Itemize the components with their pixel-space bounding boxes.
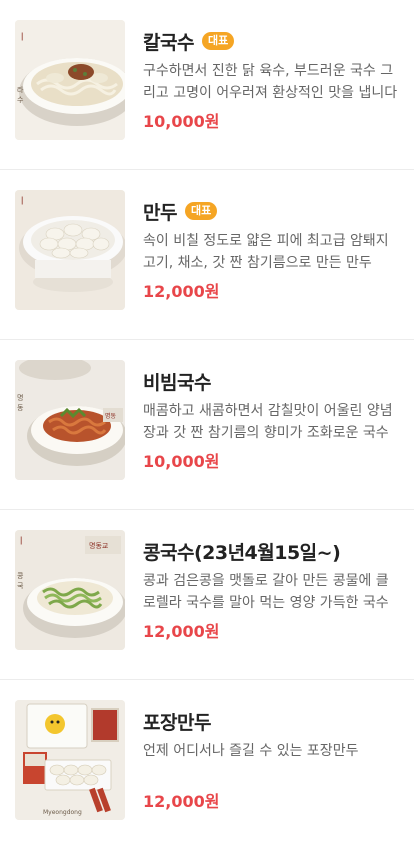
svg-text:콩: 콩 [17,572,24,580]
menu-price: 10,000원 [143,452,220,471]
mandu-image: ㅣ [15,190,125,310]
mandu-photo: ㅣ [15,190,125,310]
menu-description: 속이 비칠 정도로 얇은 피에 최고급 암퇘지 고기, 채소, 갓 짠 참기름으… [143,233,389,271]
takeout-mandu-image: Myeongdong [15,700,125,820]
menu-price: 12,000원 [143,622,220,641]
menu-item-info: 만두 대표 속이 비칠 정도로 얇은 피에 최고급 암퇘지 고기, 채소, 갓 … [143,190,398,302]
menu-name-row: 만두 대표 [143,198,398,224]
menu-item-info: 포장만두 언제 어디서나 즐길 수 있는 포장만두 12,000원 [143,700,398,812]
menu-item-info: 콩국수(23년4월15일~) 콩과 검은콩을 맷돌로 갈아 만든 콩물에 클로렐… [143,530,398,642]
menu-name-row: 포장만두 [143,708,398,734]
menu-item-info: 칼국수 대표 구수하면서 진한 닭 육수, 부드러운 국수 그리고 고명이 어우… [143,20,398,132]
takeout-mandu-photo: Myeongdong [15,700,125,820]
menu-description: 언제 어디서나 즐길 수 있는 포장만두 [143,743,359,759]
menu-price: 12,000원 [143,792,220,811]
menu-item-mandu[interactable]: ㅣ 만두 대표 속이 비칠 정도로 얇은 피에 최고급 암퇘지 고기, 채소, … [0,170,414,340]
menu-item-info: 비빔국수 매콤하고 새콤하면서 감칠맛이 어울린 양념장과 갓 짠 참기름의 향… [143,360,398,472]
menu-name: 콩국수(23년4월15일~) [143,541,341,564]
svg-text:ㅣ: ㅣ [18,197,26,207]
kongguksu-photo: 명동교 ㅣ 콩 국 [15,530,125,650]
svg-text:명: 명 [17,393,23,402]
menu-name-row: 칼국수 대표 [143,28,398,54]
svg-text:라: 라 [17,85,24,94]
kalguksu-image: ㅣ 라 수 [15,20,125,140]
svg-text:명동: 명동 [105,412,117,420]
menu-name: 비빔국수 [143,371,211,394]
bibim-guksu-image: 명동 명 동 [15,360,125,480]
svg-text:국: 국 [17,582,24,590]
menu-list: ㅣ 라 수 칼국수 대표 구수하면서 진한 닭 육수, 부드러운 국수 그리고 … [0,0,414,850]
menu-description: 매콤하고 새콤하면서 감칠맛이 어울린 양념장과 갓 짠 참기름의 향미가 조화… [143,403,393,441]
menu-name: 만두 [143,201,177,224]
signature-badge: 대표 [201,32,235,50]
menu-name: 포장만두 [143,711,211,734]
menu-price: 12,000원 [143,282,220,301]
menu-name: 칼국수 [143,31,194,54]
svg-text:명동교: 명동교 [89,541,109,550]
menu-description: 구수하면서 진한 닭 육수, 부드러운 국수 그리고 고명이 어우러져 환상적인… [143,63,398,101]
bibim-guksu-photo: 명동 명 동 [15,360,125,480]
menu-item-kongguksu[interactable]: 명동교 ㅣ 콩 국 콩국수(23년4월15일~) 콩과 검은콩을 맷돌로 갈아 … [0,510,414,680]
menu-name-row: 콩국수(23년4월15일~) [143,538,398,564]
menu-item-takeout-mandu[interactable]: Myeongdong 포장만두 언제 어디서나 즐길 수 있는 포장만두 12,… [0,680,414,850]
menu-item-bibim-guksu[interactable]: 명동 명 동 비빔국수 매콤하고 새콤하면서 감칠맛이 어울린 양념장과 갓 짠… [0,340,414,510]
svg-text:ㅣ: ㅣ [17,537,25,547]
svg-text:동: 동 [17,404,24,412]
menu-description: 콩과 검은콩을 맷돌로 갈아 만든 콩물에 클로렐라 국수를 말아 먹는 영양 … [143,573,389,611]
signature-badge: 대표 [184,202,218,220]
svg-text:Myeongdong: Myeongdong [43,809,82,816]
kongguksu-image: 명동교 ㅣ 콩 국 [15,530,125,650]
svg-text:ㅣ: ㅣ [18,33,26,43]
menu-item-kalguksu[interactable]: ㅣ 라 수 칼국수 대표 구수하면서 진한 닭 육수, 부드러운 국수 그리고 … [0,0,414,170]
menu-price: 10,000원 [143,112,220,131]
menu-name-row: 비빔국수 [143,368,398,394]
svg-text:수: 수 [17,96,24,104]
kalguksu-photo: ㅣ 라 수 [15,20,125,140]
